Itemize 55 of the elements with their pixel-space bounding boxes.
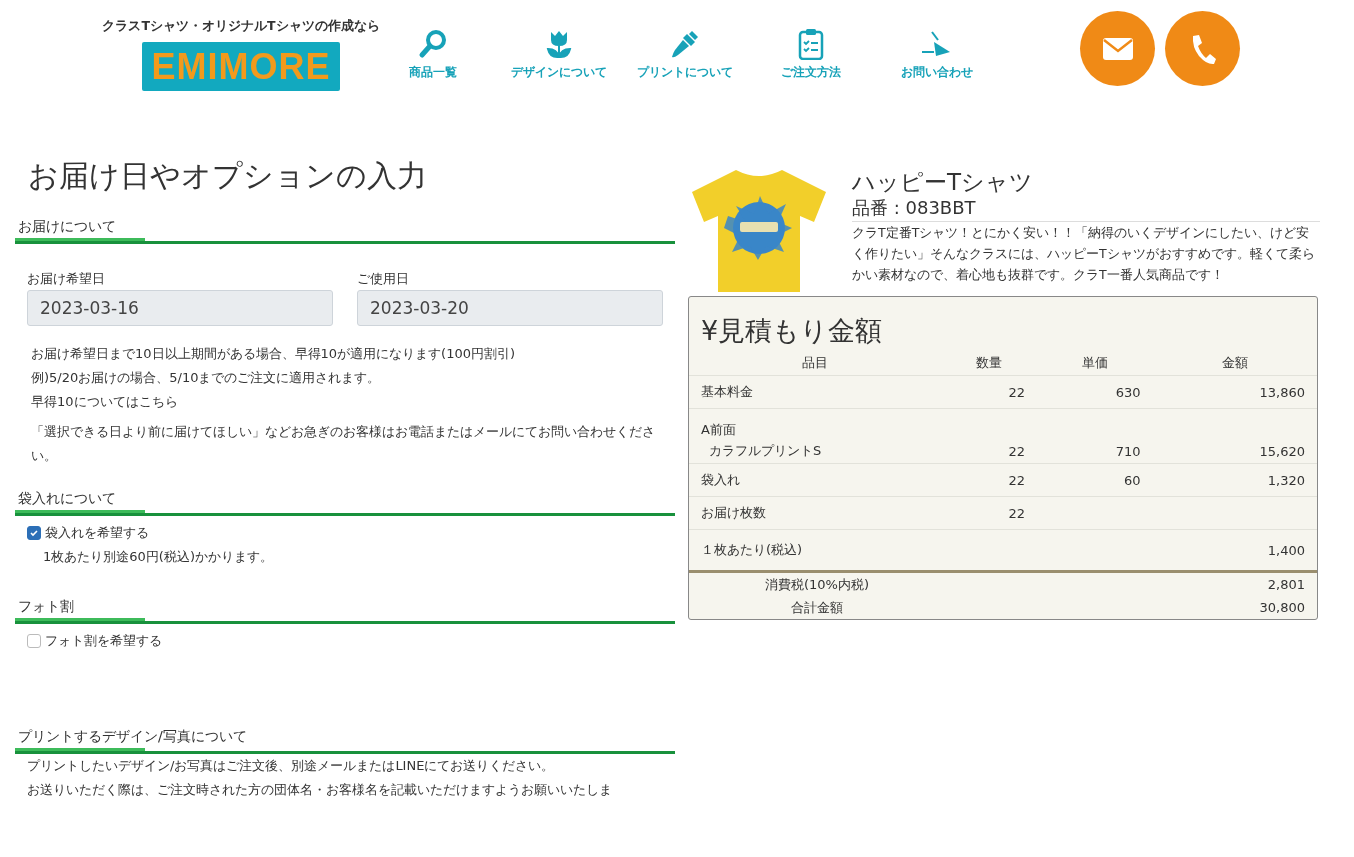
nav-link[interactable]: ご注文方法 xyxy=(748,28,874,81)
body-text: プリントしたいデザイン/お写真はご注文後、別途メールまたはLINEにてお送りください。 xyxy=(26,757,556,775)
table-cell: 22 xyxy=(1008,505,1025,521)
nav-link[interactable]: デザインについて xyxy=(496,28,622,81)
table-cell: 22 xyxy=(1008,443,1025,459)
mail-icon xyxy=(1101,36,1134,61)
table-cell: カラフルプリントS xyxy=(709,443,822,458)
info-link[interactable]: 早得10についてはこちら xyxy=(31,394,178,409)
checkbox[interactable] xyxy=(27,526,41,540)
table-cell: 基本料金 xyxy=(701,384,753,399)
table-cell: 消費税(10%内税) xyxy=(765,576,870,592)
nav-link[interactable]: お問い合わせ xyxy=(874,28,1000,81)
table-cell: 630 xyxy=(1115,384,1141,400)
table-cell: 袋入れ xyxy=(701,472,740,487)
note-text: お届け希望日まで10日以上期間がある場合、早得10が適用になります(100円割引) xyxy=(31,345,517,363)
nav-link[interactable]: プリントについて xyxy=(622,28,748,81)
table-cell: 22 xyxy=(1008,472,1025,488)
table-cell: 1,320 xyxy=(1267,472,1305,488)
table-cell: お届け枚数 xyxy=(701,505,766,520)
table-cell: 30,800 xyxy=(1259,600,1305,615)
checkbox[interactable] xyxy=(27,634,41,648)
check-icon xyxy=(29,528,39,538)
note-text: 例)5/20お届けの場合、5/10までのご注文に適用されます。 xyxy=(31,369,382,387)
page-title: お届け日やオプションの入力 xyxy=(28,157,428,195)
date-field[interactable]: 2023-03-20 xyxy=(357,290,663,326)
column-header: 数量 xyxy=(941,351,1037,376)
product-code: 品番 : 083BBT xyxy=(852,196,1320,222)
product-name: ハッピーTシャツ xyxy=(852,168,1035,196)
date-field[interactable]: 2023-03-16 xyxy=(27,290,333,326)
table-cell: １枚あたり(税込) xyxy=(701,542,803,557)
table-cell: 15,620 xyxy=(1259,443,1305,459)
table-cell: 1,400 xyxy=(1267,542,1305,558)
checkbox-label: フォト割を希望する xyxy=(45,632,162,650)
search-icon xyxy=(418,28,448,60)
note-text: 「選択できる日より前に届けてほしい」などお急ぎのお客様はお電話またはメールにてお問い合わせください。 xyxy=(31,423,656,465)
table-cell: 60 xyxy=(1123,472,1141,488)
table-cell: A前面 xyxy=(701,422,736,437)
table-cell: 710 xyxy=(1115,443,1141,459)
clipboard-icon xyxy=(798,28,824,60)
product-description: クラT定番Tシャツ！とにかく安い！！「納得のいくデザインにしたい、けど安く作りたい」そんなクラスには、ハッピーTシャツがおすすめです。軽くて柔らかい素材なので、着心地も抜群です。クラT一番人気商品です！ xyxy=(852,224,1316,284)
column-header: 単価 xyxy=(1036,351,1153,376)
table-cell: 22 xyxy=(1008,384,1025,400)
checkbox-label: 袋入れを希望する xyxy=(45,524,149,542)
brush-icon xyxy=(670,28,700,60)
tagline: クラスTシャツ・オリジナルTシャツの作成なら xyxy=(102,18,380,35)
body-text: お送りいただく際は、ご注文時された方の団体名・お客様名を記載いただけますようお願いいたしま xyxy=(26,781,613,799)
table-cell: 合計金額 xyxy=(791,599,843,615)
table-cell: 13,860 xyxy=(1259,384,1305,400)
column-header: 金額 xyxy=(1152,351,1317,376)
field-label: ご使用日 xyxy=(357,270,410,288)
note-text: 1枚あたり別途60円(税込)かかります。 xyxy=(43,548,274,566)
field-label: お届け希望日 xyxy=(27,270,106,288)
estimate-title: ¥見積もり金額 xyxy=(701,314,884,348)
table-cell: 2,801 xyxy=(1267,577,1305,592)
column-header: 品目 xyxy=(689,351,941,376)
